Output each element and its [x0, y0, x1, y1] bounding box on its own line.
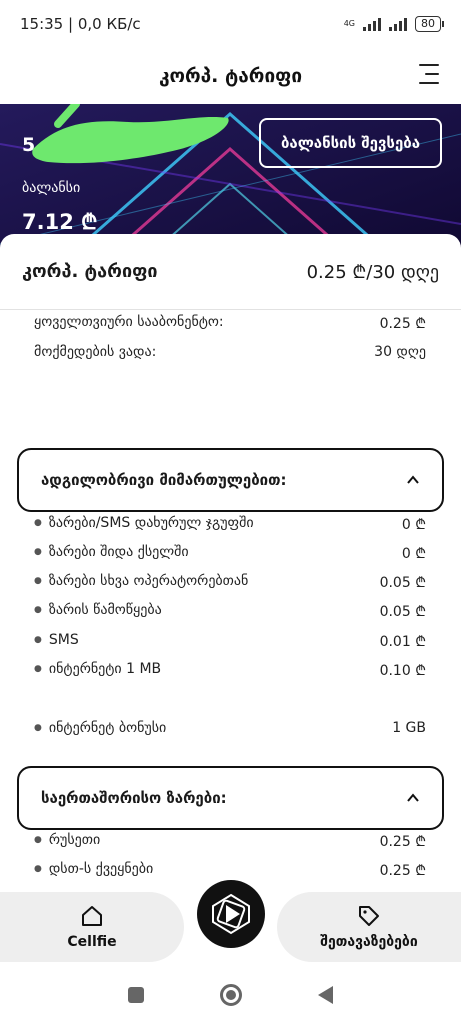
plan-name: კორპ. ტარიფი: [22, 261, 158, 282]
local-section-header[interactable]: ადგილობრივი მიმართულებით:: [17, 448, 444, 512]
signal-icon-secondary: [389, 17, 407, 31]
detail-value: 30 დღე: [374, 344, 426, 360]
list-item: ზარები შიდა ქსელში 0 ₾: [34, 544, 426, 563]
home-icon: [82, 906, 102, 926]
status-bar: 15:35 | 0,0 КБ/с 4G 80: [0, 0, 461, 48]
item-label: ზარები შიდა ქსელში: [34, 544, 189, 563]
plan-price: 0.25 ₾/30 დღე: [306, 261, 439, 283]
play-icon: [212, 893, 250, 935]
topup-balance-button[interactable]: ბალანსის შევსება: [259, 118, 442, 168]
item-label: SMS: [34, 632, 79, 651]
detail-label: ყოველთვიური სააბონენტო:: [34, 314, 224, 330]
nav-item-cellfie[interactable]: Cellfie: [0, 892, 184, 962]
balance-label: ბალანსი: [22, 180, 81, 196]
item-value: 0.01 ₾: [379, 634, 426, 650]
item-value: 0.05 ₾: [379, 604, 426, 620]
redaction-mark: [32, 104, 229, 164]
nav-label: შეთავაზებები: [320, 934, 418, 950]
item-value: 1 GB: [392, 720, 426, 736]
menu-icon[interactable]: [419, 64, 439, 84]
chevron-up-icon: [407, 475, 419, 484]
item-label: ინტერნეტი 1 MB: [34, 661, 161, 680]
nav-label: Cellfie: [67, 934, 117, 950]
status-time: 15:35 | 0,0 КБ/с: [20, 15, 141, 33]
item-label: ზარები/SMS დახურულ ჯგუფში: [34, 515, 254, 534]
status-icons: 4G 80: [343, 16, 444, 32]
detail-label: მოქმედების ვადა:: [34, 344, 157, 360]
nav-center-play-button[interactable]: [197, 880, 265, 948]
recents-icon[interactable]: [128, 987, 144, 1003]
home-system-icon[interactable]: [220, 984, 242, 1006]
system-navigation-bar: [0, 966, 461, 1024]
nav-item-offers[interactable]: შეთავაზებები: [277, 892, 461, 962]
list-item: რუსეთი 0.25 ₾: [34, 832, 426, 851]
list-item: ინტერნეტ ბონუსი 1 GB: [34, 720, 426, 736]
item-label: ინტერნეტ ბონუსი: [34, 720, 166, 736]
battery-icon: 80: [415, 16, 444, 32]
back-icon[interactable]: [318, 986, 333, 1004]
item-value: 0 ₾: [401, 546, 426, 562]
section-title: ადგილობრივი მიმართულებით:: [41, 471, 287, 489]
list-item: დსთ-ს ქვეყნები 0.25 ₾: [34, 861, 426, 880]
item-value: 0.10 ₾: [379, 663, 426, 679]
item-value: 0.25 ₾: [379, 834, 426, 850]
section-title: საერთაშორისო ზარები:: [41, 789, 227, 807]
page-title: კორპ. ტარიფი: [158, 65, 303, 87]
plan-detail-row: მოქმედების ვადა: 30 დღე: [34, 344, 426, 360]
item-label: ზარის წამოწყება: [34, 602, 162, 621]
item-label: რუსეთი: [34, 832, 100, 851]
item-label: დსთ-ს ქვეყნები: [34, 861, 153, 880]
app-header: კორპ. ტარიფი: [0, 48, 461, 104]
list-item: ზარები სხვა ოპერატორებთან 0.05 ₾: [34, 573, 426, 592]
network-type-label: 4G: [343, 19, 355, 28]
signal-icon: [363, 17, 381, 31]
balance-value: 7.12 ₾: [22, 210, 98, 234]
item-value: 0 ₾: [401, 517, 426, 533]
tag-icon: [359, 906, 379, 926]
detail-value: 0.25 ₾: [379, 316, 426, 332]
list-item: SMS 0.01 ₾: [34, 632, 426, 651]
item-value: 0.25 ₾: [379, 863, 426, 879]
chevron-up-icon: [407, 793, 419, 802]
list-item: ინტერნეტი 1 MB 0.10 ₾: [34, 661, 426, 680]
plan-detail-row: ყოველთვიური სააბონენტო: 0.25 ₾: [34, 314, 426, 333]
item-label: ზარები სხვა ოპერატორებთან: [34, 573, 248, 592]
bottom-navigation: Cellfie შეთავაზებები: [0, 880, 461, 966]
plan-header: კორპ. ტარიფი 0.25 ₾/30 დღე: [0, 234, 461, 310]
list-item: ზარის წამოწყება 0.05 ₾: [34, 602, 426, 621]
international-section-header[interactable]: საერთაშორისო ზარები:: [17, 766, 444, 830]
list-item: ზარები/SMS დახურულ ჯგუფში 0 ₾: [34, 515, 426, 534]
item-value: 0.05 ₾: [379, 575, 426, 591]
